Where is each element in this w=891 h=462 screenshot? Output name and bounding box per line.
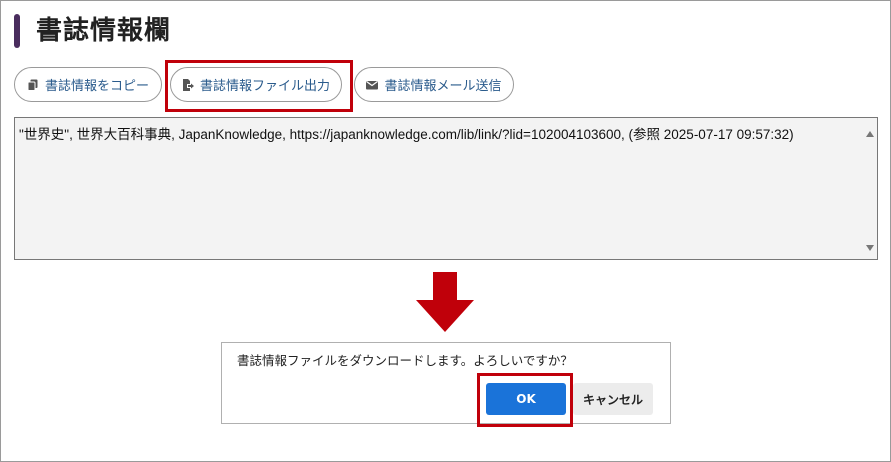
send-mail-button[interactable]: 書誌情報メール送信 (354, 67, 514, 102)
scroll-down-arrow[interactable] (866, 245, 874, 251)
dialog-message: 書誌情報ファイルをダウンロードします。よろしいですか？ (237, 353, 573, 368)
citation-textarea[interactable]: "世界史", 世界大百科事典, JapanKnowledge, https://… (14, 117, 878, 260)
scroll-up-arrow[interactable] (866, 131, 874, 137)
confirm-dialog: 書誌情報ファイルをダウンロードします。よろしいですか？ OK キャンセル (221, 342, 671, 424)
copy-icon (27, 79, 38, 91)
section-title: 書誌情報欄 (36, 16, 172, 46)
copy-citation-button[interactable]: 書誌情報をコピー (14, 67, 162, 102)
ok-button-highlight (477, 373, 573, 427)
cancel-button[interactable]: キャンセル (573, 383, 653, 415)
title-accent-bar (14, 14, 20, 48)
copy-citation-label: 書誌情報をコピー (44, 79, 149, 94)
export-button-highlight (165, 60, 353, 112)
citation-text: "世界史", 世界大百科事典, JapanKnowledge, https://… (19, 127, 794, 142)
arrow-down-icon (416, 272, 474, 332)
send-mail-label: 書誌情報メール送信 (384, 79, 502, 94)
mail-icon (366, 80, 379, 89)
